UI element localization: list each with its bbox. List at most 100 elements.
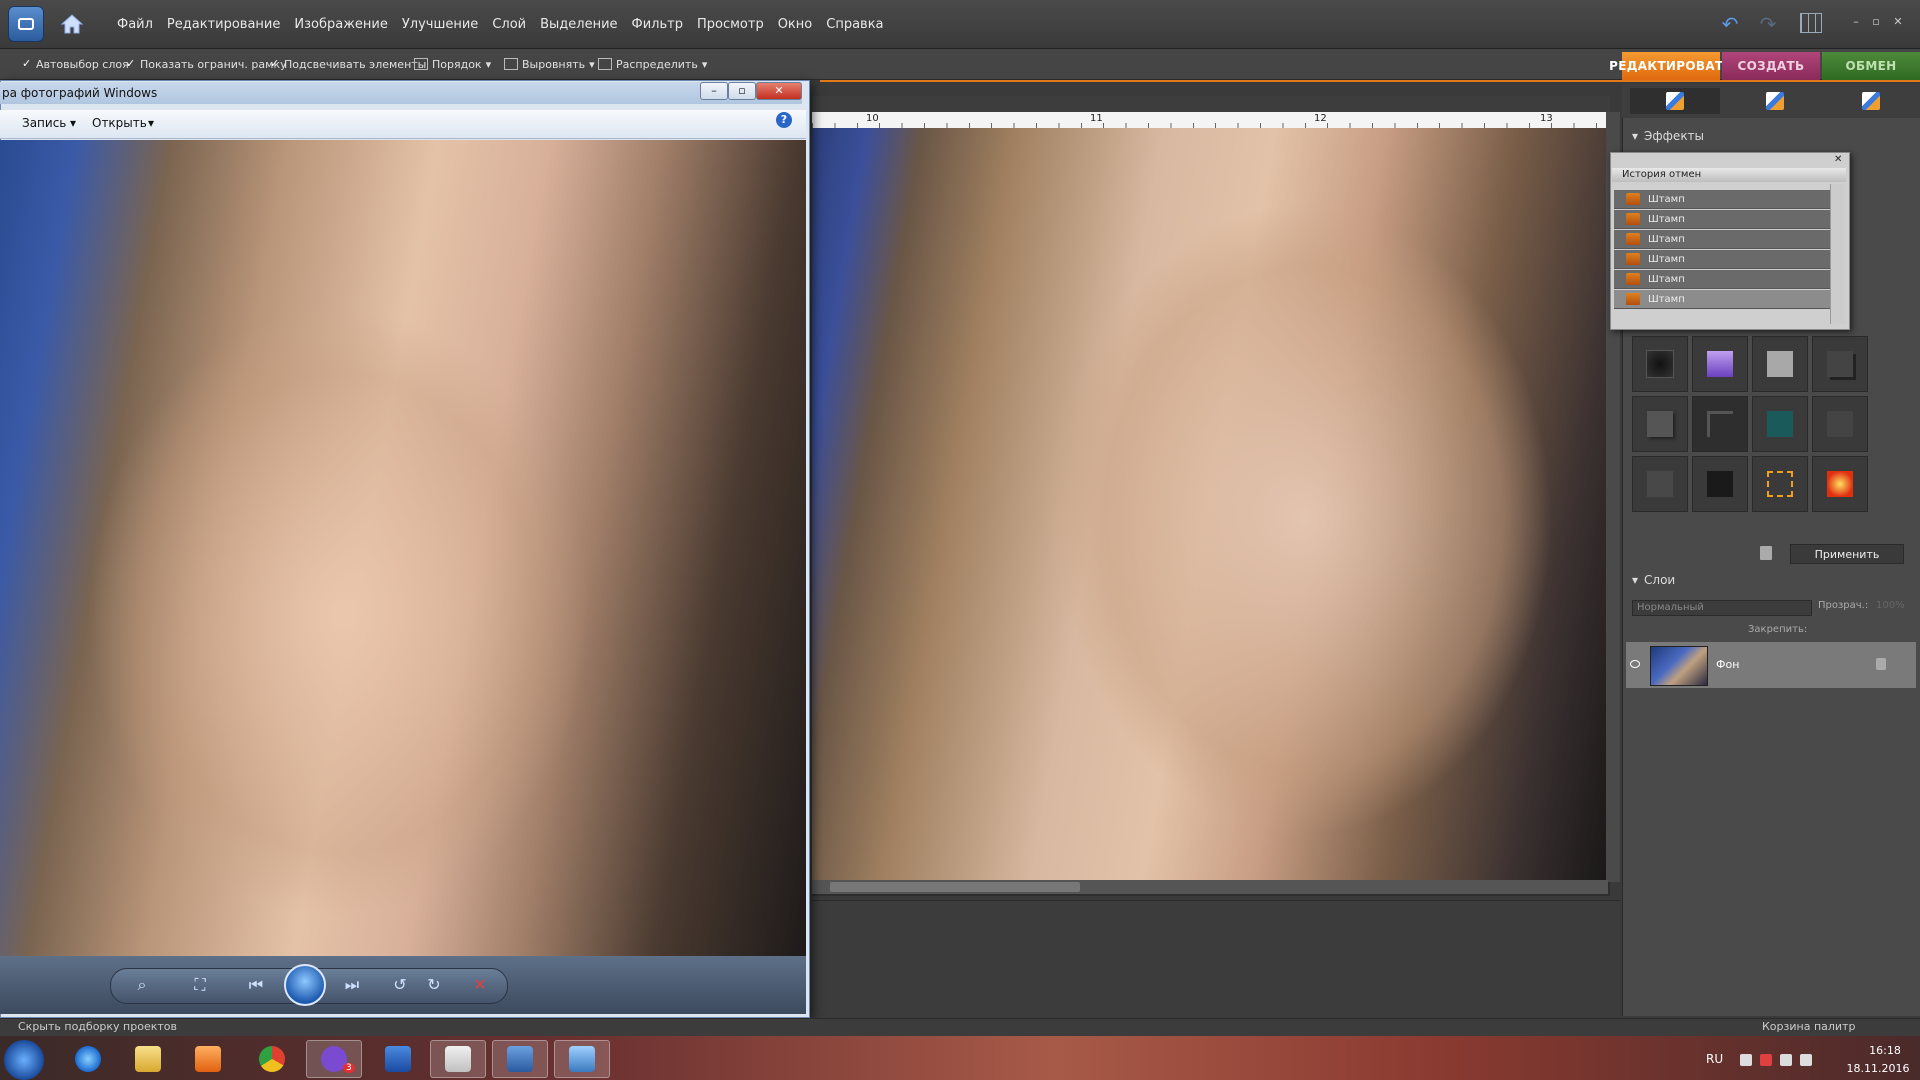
- help-icon[interactable]: ?: [776, 112, 792, 128]
- effect-thumb[interactable]: [1752, 396, 1808, 452]
- taskbar-viber[interactable]: 3: [306, 1040, 362, 1078]
- highlight-checkbox[interactable]: ✓ Подсвечивать элементы: [270, 49, 426, 79]
- viewer-close-button[interactable]: ✕: [756, 82, 802, 100]
- volume-icon[interactable]: [1800, 1054, 1812, 1066]
- menu-file[interactable]: Файл: [110, 17, 160, 32]
- auto-select-checkbox[interactable]: ✓ Автовыбор слоя: [22, 49, 129, 79]
- effect-thumb[interactable]: [1752, 336, 1808, 392]
- actual-size-icon[interactable]: ⛶: [190, 975, 210, 995]
- taskbar-pdf[interactable]: [430, 1040, 486, 1078]
- viewer-menu-record[interactable]: Запись: [22, 116, 66, 130]
- viewer-minimize-button[interactable]: –: [700, 82, 728, 100]
- tab-edit[interactable]: РЕДАКТИРОВАТЬ: [1609, 52, 1733, 80]
- layer-name: Фон: [1716, 658, 1740, 671]
- effect-thumb[interactable]: [1692, 456, 1748, 512]
- effect-thumb[interactable]: [1632, 336, 1688, 392]
- tab-guided-edit[interactable]: [1730, 88, 1820, 114]
- effect-thumb[interactable]: [1632, 396, 1688, 452]
- order-dropdown[interactable]: Порядок ▾: [414, 49, 491, 79]
- menu-help[interactable]: Справка: [819, 17, 890, 32]
- tab-create[interactable]: СОЗДАТЬ: [1722, 52, 1820, 80]
- effect-thumb[interactable]: [1812, 336, 1868, 392]
- rotate-left-icon[interactable]: ↺: [390, 975, 410, 995]
- tab-quick-edit[interactable]: [1630, 88, 1720, 114]
- menu-layer[interactable]: Слой: [485, 17, 533, 32]
- menu-enhance[interactable]: Улучшение: [395, 17, 485, 32]
- menu-select[interactable]: Выделение: [533, 17, 624, 32]
- menu-view[interactable]: Просмотр: [690, 17, 771, 32]
- hide-project-bin-link[interactable]: Скрыть подборку проектов: [18, 1020, 177, 1033]
- history-item[interactable]: Штамп: [1614, 270, 1830, 289]
- tab-full-edit[interactable]: [1826, 88, 1916, 114]
- delete-icon[interactable]: ✕: [470, 975, 490, 995]
- arrange-windows-icon[interactable]: [1800, 13, 1822, 33]
- clock-date[interactable]: 18.11.2016: [1840, 1062, 1916, 1075]
- align-label: Выровнять: [522, 57, 586, 71]
- network-icon[interactable]: [1780, 1054, 1792, 1066]
- taskbar-chrome[interactable]: [244, 1040, 300, 1078]
- history-item[interactable]: Штамп: [1614, 190, 1830, 209]
- tab-share[interactable]: ОБМЕН: [1822, 52, 1920, 80]
- start-button[interactable]: [4, 1040, 44, 1080]
- effect-thumb[interactable]: [1632, 456, 1688, 512]
- action-center-icon[interactable]: [1760, 1054, 1772, 1066]
- home-icon[interactable]: [58, 10, 86, 38]
- app-logo-icon[interactable]: [8, 6, 44, 42]
- trash-icon[interactable]: [1760, 546, 1772, 560]
- next-icon[interactable]: ⏭: [342, 975, 362, 995]
- effect-thumb[interactable]: [1812, 396, 1868, 452]
- highlight-label: Подсвечивать элементы: [284, 57, 427, 71]
- viewer-maximize-button[interactable]: ▫: [728, 82, 756, 100]
- history-item[interactable]: Штамп: [1614, 250, 1830, 269]
- previous-icon[interactable]: ⏮: [246, 975, 266, 995]
- eye-icon[interactable]: [1630, 660, 1640, 668]
- close-icon[interactable]: ✕: [1890, 14, 1906, 30]
- clock-time[interactable]: 16:18: [1854, 1044, 1916, 1057]
- tray-arrow-icon[interactable]: [1740, 1054, 1752, 1066]
- taskbar-ie[interactable]: [60, 1040, 116, 1078]
- taskbar-photo-viewer[interactable]: [554, 1040, 610, 1078]
- distribute-dropdown[interactable]: Распределить ▾: [598, 49, 707, 79]
- retouched-photo[interactable]: [812, 128, 1606, 880]
- slideshow-button[interactable]: [284, 964, 326, 1006]
- blend-mode-select[interactable]: Нормальный: [1632, 600, 1812, 616]
- taskbar-photoshop-elements[interactable]: [492, 1040, 548, 1078]
- show-bounds-checkbox[interactable]: ✓ Показать огранич. рамку: [126, 49, 287, 79]
- stamp-icon: [1626, 193, 1640, 205]
- minimize-icon[interactable]: –: [1848, 14, 1864, 30]
- layers-header[interactable]: ▾ Слои: [1632, 570, 1675, 590]
- menu-image[interactable]: Изображение: [287, 17, 394, 32]
- align-dropdown[interactable]: Выровнять ▾: [504, 49, 595, 79]
- zoom-icon[interactable]: ⌕: [132, 975, 152, 995]
- menu-filter[interactable]: Фильтр: [625, 17, 690, 32]
- redo-icon[interactable]: ↷: [1756, 12, 1780, 36]
- taskbar-explorer[interactable]: [120, 1040, 176, 1078]
- viewer-menu-open[interactable]: Открыть: [92, 116, 147, 130]
- taskbar-bluetooth[interactable]: [370, 1040, 426, 1078]
- taskbar-media[interactable]: [180, 1040, 236, 1078]
- effect-thumb[interactable]: [1812, 456, 1868, 512]
- language-indicator[interactable]: RU: [1706, 1052, 1723, 1066]
- history-title[interactable]: История отмен: [1612, 168, 1846, 182]
- history-item-selected[interactable]: Штамп: [1614, 290, 1830, 309]
- restore-icon[interactable]: ▫: [1868, 14, 1884, 30]
- chevron-down-icon: ▾: [485, 57, 492, 71]
- menu-window[interactable]: Окно: [771, 17, 820, 32]
- opacity-value[interactable]: 100%: [1876, 600, 1905, 611]
- menu-edit[interactable]: Редактирование: [160, 17, 287, 32]
- chevron-down-icon: ▾: [701, 57, 708, 71]
- history-item[interactable]: Штамп: [1614, 230, 1830, 249]
- history-item[interactable]: Штамп: [1614, 210, 1830, 229]
- effect-thumb[interactable]: [1692, 336, 1748, 392]
- apply-button[interactable]: Применить: [1790, 544, 1904, 564]
- rotate-right-icon[interactable]: ↻: [424, 975, 444, 995]
- align-icon: [504, 58, 518, 70]
- effect-thumb[interactable]: [1752, 456, 1808, 512]
- effects-header[interactable]: ▾ Эффекты: [1632, 126, 1704, 146]
- palette-bin-link[interactable]: Корзина палитр: [1762, 1020, 1855, 1033]
- close-icon[interactable]: ✕: [1834, 154, 1842, 165]
- horizontal-scroll-thumb[interactable]: [830, 882, 1080, 892]
- undo-icon[interactable]: ↶: [1718, 12, 1742, 36]
- effect-thumb[interactable]: [1692, 396, 1748, 452]
- history-scrollbar[interactable]: [1830, 184, 1845, 324]
